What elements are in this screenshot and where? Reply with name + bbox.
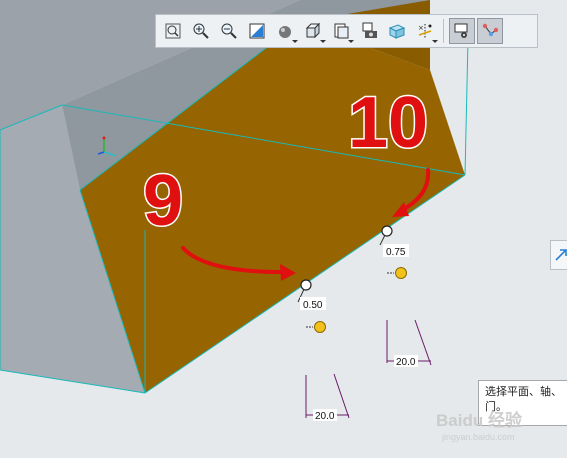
saved-orientations-button[interactable] bbox=[300, 18, 326, 44]
perspective-view-button[interactable] bbox=[356, 18, 382, 44]
datum-point-2[interactable]: 0.75 bbox=[379, 225, 409, 279]
watermark-title: Baidu 经验 bbox=[436, 410, 523, 430]
datum-display-button[interactable]: × bbox=[412, 18, 438, 44]
display-style-button[interactable] bbox=[272, 18, 298, 44]
section-button[interactable] bbox=[384, 18, 410, 44]
datum-point-tool-button[interactable] bbox=[477, 18, 503, 44]
dimension-left-value[interactable]: 20.0 bbox=[315, 411, 335, 422]
saved-orientations-icon bbox=[305, 22, 321, 39]
view-manager-button[interactable] bbox=[328, 18, 354, 44]
ratio-label-2[interactable]: 0.75 bbox=[386, 247, 406, 258]
zoom-out-button[interactable] bbox=[216, 18, 242, 44]
annotation-display-button[interactable] bbox=[449, 18, 475, 44]
model-viewport[interactable]: 9 10 0.50 0.75 20.0 20.0 × 选择平面、轴、门。 Bai… bbox=[0, 0, 567, 458]
callout-number-9: 9 bbox=[143, 161, 183, 241]
callout-number-10: 10 bbox=[348, 83, 428, 163]
zoom-in-button[interactable] bbox=[188, 18, 214, 44]
watermark: Baidu 经验 jingyan.baidu.com bbox=[430, 406, 560, 446]
svg-text:×: × bbox=[418, 24, 424, 32]
repaint-icon bbox=[249, 23, 265, 39]
display-style-icon bbox=[279, 26, 291, 38]
zoom-out-icon bbox=[221, 23, 237, 39]
zoom-fit-button[interactable] bbox=[160, 18, 186, 44]
watermark-url: jingyan.baidu.com bbox=[441, 432, 515, 442]
perspective-view-icon bbox=[362, 22, 377, 38]
side-panel-toggle[interactable] bbox=[550, 240, 567, 270]
datum-point-1[interactable]: 0.50 bbox=[297, 279, 326, 333]
chevron-down-icon bbox=[432, 40, 438, 43]
section-icon bbox=[388, 24, 406, 39]
repaint-button[interactable] bbox=[244, 18, 270, 44]
annotation-display-icon bbox=[454, 23, 468, 38]
view-toolbar: × bbox=[155, 14, 538, 48]
datum-display-icon: × bbox=[418, 24, 432, 38]
chevron-down-icon bbox=[292, 40, 298, 43]
expand-arrow-icon bbox=[555, 249, 567, 261]
dimension-right-value[interactable]: 20.0 bbox=[396, 357, 416, 368]
zoom-in-icon bbox=[193, 23, 209, 39]
zoom-fit-icon bbox=[165, 23, 181, 39]
chevron-down-icon bbox=[348, 40, 354, 43]
chevron-down-icon bbox=[320, 40, 326, 43]
toolbar-separator bbox=[443, 19, 444, 43]
view-manager-icon bbox=[334, 23, 349, 39]
drag-handle-2[interactable] bbox=[395, 267, 407, 279]
ratio-label-1[interactable]: 0.50 bbox=[303, 300, 323, 311]
datum-point-tool-icon bbox=[482, 23, 499, 37]
drag-handle-1[interactable] bbox=[314, 321, 326, 333]
